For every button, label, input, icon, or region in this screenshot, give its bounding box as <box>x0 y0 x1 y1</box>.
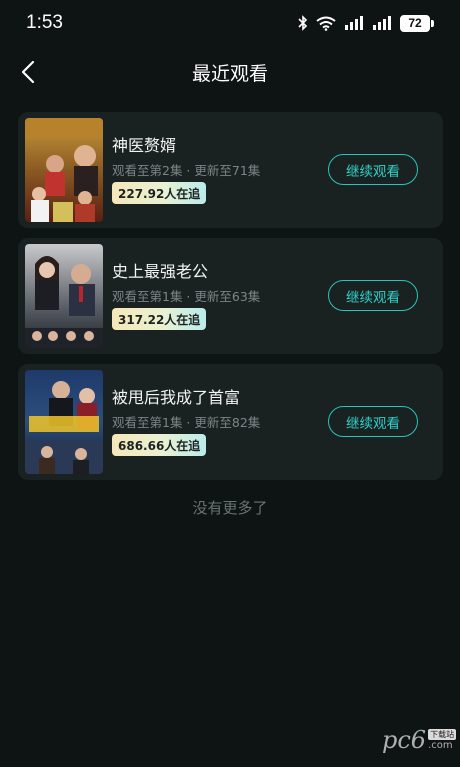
page-title: 最近观看 <box>191 62 268 85</box>
drama-title: 神医赘婿 <box>112 136 177 155</box>
followers-badge: 686.66人在追 <box>112 434 207 456</box>
status-icons: 72 <box>298 14 434 32</box>
list-item[interactable]: 史上最强老公 观看至第1集 · 更新至63集 317.22人在追 继续观看 <box>18 238 443 354</box>
continue-watching-button[interactable]: 继续观看 <box>328 280 418 311</box>
list-item[interactable]: 被甩后我成了首富 观看至第1集 · 更新至82集 686.66人在追 继续观看 <box>18 364 443 480</box>
battery-icon: 72 <box>400 14 434 32</box>
watermark-domain: .com <box>428 740 453 751</box>
status-time: 1:53 <box>26 12 63 33</box>
back-button[interactable] <box>12 56 44 88</box>
poster-thumbnail[interactable] <box>25 370 103 474</box>
poster-thumbnail[interactable] <box>25 244 103 348</box>
poster-thumbnail[interactable] <box>25 118 103 222</box>
followers-badge: 317.22人在追 <box>112 308 207 330</box>
cell-signal-icon-2 <box>373 16 391 30</box>
battery-level: 72 <box>400 14 430 32</box>
status-bar: 1:53 72 <box>0 0 460 46</box>
recent-watch-list: 神医赘婿 观看至第2集 · 更新至71集 227.92人在追 继续观看 史上最强… <box>18 112 443 490</box>
chevron-left-icon <box>21 60 35 84</box>
list-item[interactable]: 神医赘婿 观看至第2集 · 更新至71集 227.92人在追 继续观看 <box>18 112 443 228</box>
followers-badge: 227.92人在追 <box>112 182 207 204</box>
continue-watching-button[interactable]: 继续观看 <box>328 154 418 185</box>
drama-title: 被甩后我成了首富 <box>112 388 241 407</box>
no-more-text: 没有更多了 <box>192 499 268 517</box>
continue-watching-button[interactable]: 继续观看 <box>328 406 418 437</box>
watch-progress: 观看至第1集 · 更新至63集 <box>112 289 261 304</box>
watermark-download: 下载站 <box>428 729 457 740</box>
drama-title: 史上最强老公 <box>112 262 209 281</box>
nav-bar: 最近观看 <box>0 46 460 98</box>
cell-signal-icon <box>345 16 363 30</box>
watch-progress: 观看至第2集 · 更新至71集 <box>112 163 261 178</box>
wifi-icon <box>316 16 336 31</box>
watch-progress: 观看至第1集 · 更新至82集 <box>112 415 261 430</box>
watermark-logo: pc6 下载站 .com <box>382 726 457 754</box>
bluetooth-icon <box>298 15 308 31</box>
watermark-logo-text: pc6 <box>382 726 427 754</box>
